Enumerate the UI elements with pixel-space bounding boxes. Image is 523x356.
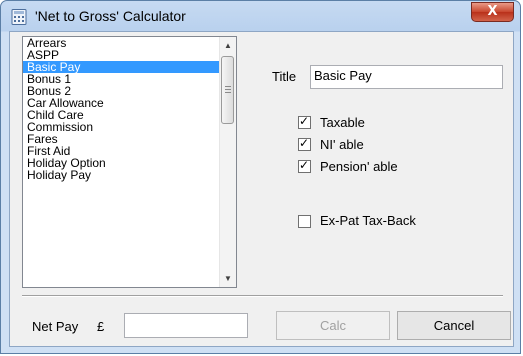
vertical-scrollbar[interactable]: ▲ ▼	[219, 37, 236, 287]
net-pay-label: Net Pay	[32, 319, 79, 334]
expat-taxback-label: Ex-Pat Tax-Back	[320, 213, 416, 228]
taxable-checkbox[interactable]: ✓	[298, 114, 311, 129]
net-pay-input[interactable]	[124, 313, 248, 338]
payment-type-list[interactable]: Arrears ASPP Basic Pay Bonus 1 Bonus 2 Car Al…	[22, 36, 237, 288]
checkmark-icon: ✓	[299, 136, 310, 150]
checkmark-icon: ✓	[299, 114, 310, 128]
expat-taxback-checkbox[interactable]	[298, 215, 311, 228]
scroll-up-arrow-icon[interactable]: ▲	[220, 37, 236, 54]
scrollbar-thumb[interactable]	[221, 56, 234, 124]
title-field[interactable]: Basic Pay	[310, 65, 503, 89]
checkmark-icon: ✓	[299, 158, 310, 172]
separator	[22, 295, 503, 297]
calc-button[interactable]: Calc	[276, 311, 390, 340]
close-button[interactable]: X	[471, 2, 514, 22]
calculator-icon	[11, 9, 27, 25]
pension-able-label: Pension' able	[320, 159, 398, 174]
ni-able-checkbox[interactable]: ✓	[298, 136, 311, 151]
currency-symbol: £	[97, 319, 105, 334]
title-bar[interactable]: 'Net to Gross' Calculator X	[1, 1, 520, 33]
ni-able-label: NI' able	[320, 137, 364, 152]
list-items: Arrears ASPP Basic Pay Bonus 1 Bonus 2 Car Al…	[23, 37, 220, 181]
taxable-label: Taxable	[320, 115, 365, 130]
close-icon: X	[487, 4, 498, 19]
list-item[interactable]: Holiday Pay	[23, 169, 220, 181]
window-title: 'Net to Gross' Calculator	[35, 8, 186, 24]
pension-able-checkbox[interactable]: ✓	[298, 158, 311, 173]
scroll-down-arrow-icon[interactable]: ▼	[220, 270, 236, 287]
cancel-button[interactable]: Cancel	[397, 311, 511, 340]
title-label: Title	[272, 69, 297, 84]
dialog-window: 'Net to Gross' Calculator X Arrears ASPP B…	[0, 0, 521, 354]
